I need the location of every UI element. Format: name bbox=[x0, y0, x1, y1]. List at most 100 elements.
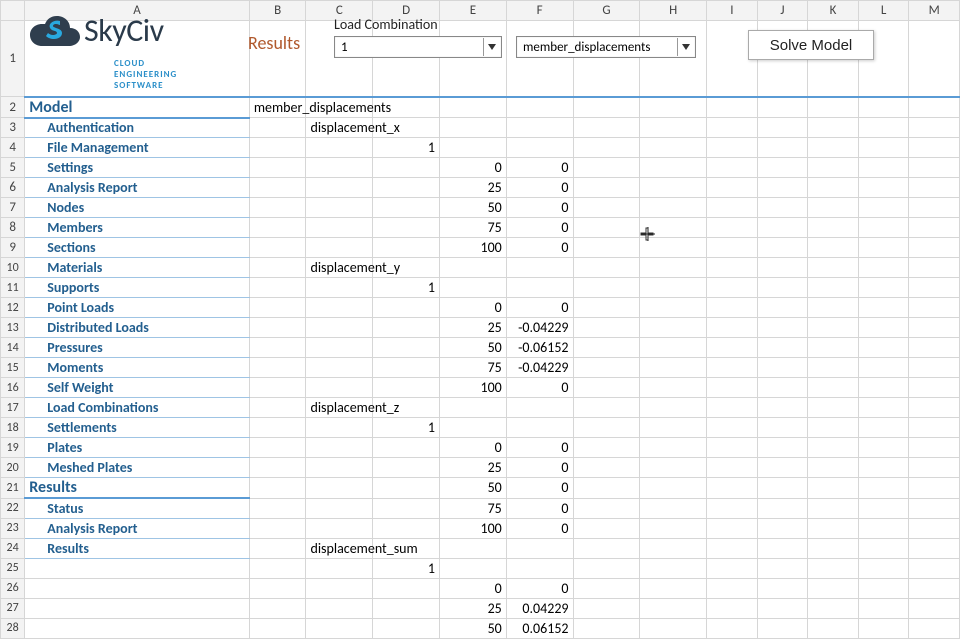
cell[interactable] bbox=[573, 418, 640, 438]
cell[interactable] bbox=[306, 598, 373, 618]
cell[interactable] bbox=[573, 378, 640, 398]
tree-item[interactable]: Settlements bbox=[25, 418, 250, 438]
cell[interactable] bbox=[808, 338, 859, 358]
cell[interactable] bbox=[808, 478, 859, 499]
cell[interactable] bbox=[757, 538, 808, 558]
cell[interactable] bbox=[249, 358, 306, 378]
cell[interactable] bbox=[306, 438, 373, 458]
cell[interactable] bbox=[640, 558, 707, 578]
cell[interactable] bbox=[573, 518, 640, 538]
cell[interactable] bbox=[640, 518, 707, 538]
cell[interactable] bbox=[249, 118, 306, 138]
cell[interactable] bbox=[757, 378, 808, 398]
cell[interactable]: 0 bbox=[506, 458, 573, 478]
cell[interactable]: 1 bbox=[373, 138, 440, 158]
tree-item[interactable]: Self Weight bbox=[25, 378, 250, 398]
cell[interactable] bbox=[707, 398, 758, 418]
cell[interactable] bbox=[25, 598, 250, 618]
cell[interactable] bbox=[373, 498, 440, 518]
row-header[interactable]: 15 bbox=[1, 358, 25, 378]
cell[interactable]: -0.04229 bbox=[506, 358, 573, 378]
cell[interactable] bbox=[808, 558, 859, 578]
cell[interactable] bbox=[808, 258, 859, 278]
cell[interactable] bbox=[640, 238, 707, 258]
cell[interactable]: 50 bbox=[440, 478, 507, 499]
cell[interactable] bbox=[909, 298, 960, 318]
cell[interactable] bbox=[573, 538, 640, 558]
cell[interactable] bbox=[858, 138, 909, 158]
cell[interactable] bbox=[440, 21, 507, 97]
cell[interactable] bbox=[640, 418, 707, 438]
cell[interactable] bbox=[757, 258, 808, 278]
cell[interactable] bbox=[858, 578, 909, 598]
cell[interactable] bbox=[640, 158, 707, 178]
cell[interactable] bbox=[707, 278, 758, 298]
cell[interactable] bbox=[249, 478, 306, 499]
cell[interactable] bbox=[757, 438, 808, 458]
cell[interactable] bbox=[373, 158, 440, 178]
cell[interactable]: -0.06152 bbox=[506, 338, 573, 358]
cell[interactable] bbox=[858, 97, 909, 118]
cell[interactable] bbox=[640, 338, 707, 358]
cell[interactable] bbox=[640, 298, 707, 318]
cell[interactable] bbox=[808, 378, 859, 398]
cell[interactable] bbox=[858, 338, 909, 358]
cell[interactable] bbox=[808, 438, 859, 458]
cell[interactable] bbox=[707, 478, 758, 499]
cell[interactable] bbox=[640, 178, 707, 198]
cell[interactable] bbox=[858, 298, 909, 318]
cell[interactable] bbox=[757, 558, 808, 578]
cell[interactable]: 50 bbox=[440, 338, 507, 358]
row-header[interactable]: 23 bbox=[1, 518, 25, 538]
tree-item[interactable]: Load Combinations bbox=[25, 398, 250, 418]
cell[interactable] bbox=[909, 198, 960, 218]
cell[interactable]: 0 bbox=[506, 498, 573, 518]
tree-item[interactable]: Results bbox=[25, 538, 250, 558]
cell[interactable] bbox=[306, 478, 373, 499]
cell[interactable] bbox=[25, 578, 250, 598]
cell[interactable] bbox=[373, 478, 440, 499]
cell[interactable] bbox=[306, 318, 373, 338]
cell[interactable] bbox=[858, 438, 909, 458]
cell[interactable] bbox=[808, 318, 859, 338]
cell[interactable] bbox=[573, 598, 640, 618]
cell[interactable]: 100 bbox=[440, 378, 507, 398]
row-header[interactable]: 18 bbox=[1, 418, 25, 438]
cell[interactable] bbox=[640, 498, 707, 518]
cell[interactable] bbox=[757, 618, 808, 638]
cell[interactable] bbox=[757, 278, 808, 298]
cell[interactable] bbox=[707, 97, 758, 118]
cell[interactable] bbox=[640, 278, 707, 298]
cell[interactable]: 25 bbox=[440, 458, 507, 478]
cell[interactable] bbox=[249, 558, 306, 578]
cell[interactable] bbox=[506, 558, 573, 578]
cell[interactable] bbox=[573, 21, 640, 97]
cell[interactable]: 0 bbox=[506, 378, 573, 398]
cell[interactable] bbox=[640, 598, 707, 618]
cell[interactable] bbox=[909, 118, 960, 138]
cell[interactable] bbox=[373, 218, 440, 238]
cell[interactable] bbox=[573, 578, 640, 598]
cell[interactable]: 0 bbox=[506, 198, 573, 218]
cell[interactable] bbox=[249, 398, 306, 418]
cell[interactable] bbox=[757, 478, 808, 499]
select-all-corner[interactable] bbox=[1, 1, 25, 21]
cell[interactable]: 0 bbox=[506, 438, 573, 458]
cell[interactable]: 0 bbox=[506, 178, 573, 198]
cell[interactable] bbox=[858, 418, 909, 438]
cell[interactable] bbox=[707, 538, 758, 558]
cell[interactable] bbox=[373, 578, 440, 598]
cell[interactable]: 50 bbox=[440, 618, 507, 638]
cell[interactable]: -0.04229 bbox=[506, 318, 573, 338]
cell[interactable] bbox=[808, 138, 859, 158]
cell[interactable] bbox=[757, 218, 808, 238]
cell[interactable]: 0 bbox=[440, 298, 507, 318]
cell[interactable] bbox=[808, 198, 859, 218]
row-header[interactable]: 8 bbox=[1, 218, 25, 238]
row-header[interactable]: 3 bbox=[1, 118, 25, 138]
cell[interactable] bbox=[757, 97, 808, 118]
cell[interactable]: 1 bbox=[373, 418, 440, 438]
row-header[interactable]: 25 bbox=[1, 558, 25, 578]
cell[interactable] bbox=[707, 618, 758, 638]
cell[interactable] bbox=[909, 97, 960, 118]
